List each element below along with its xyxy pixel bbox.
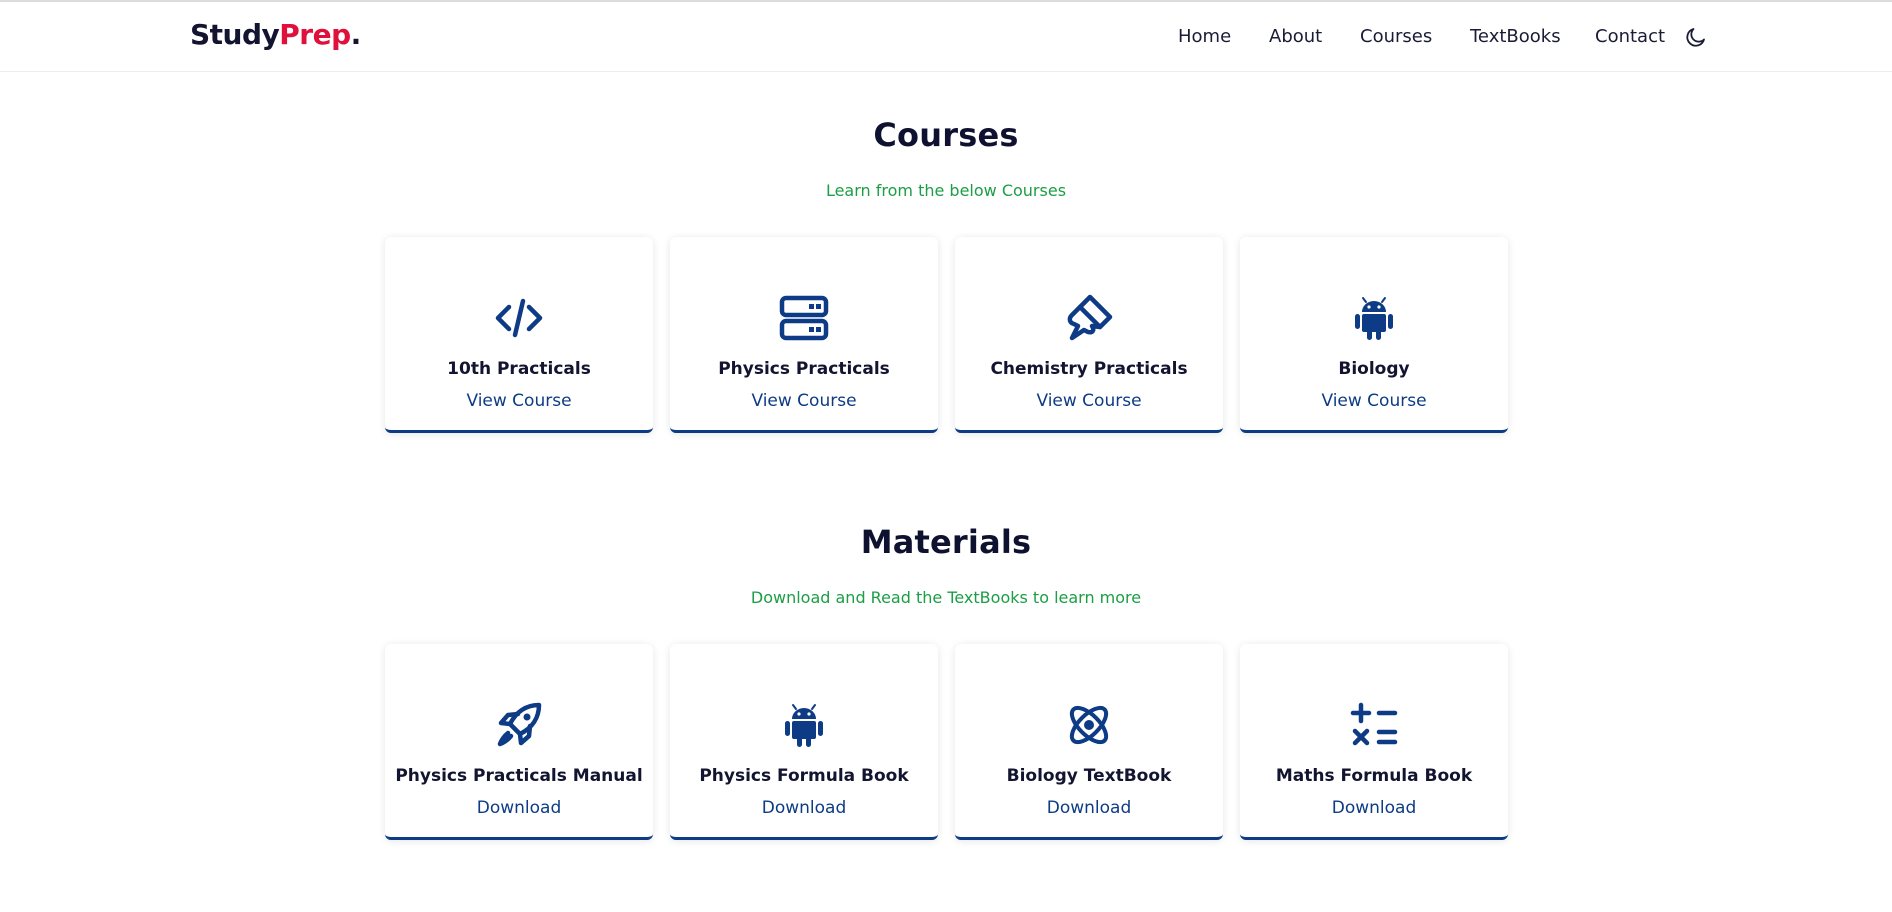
brush-icon (1064, 293, 1114, 343)
nav-about[interactable]: About (1269, 26, 1322, 47)
android-icon (1349, 293, 1399, 343)
download-link[interactable]: Download (955, 798, 1223, 818)
nav-home[interactable]: Home (1178, 26, 1231, 47)
moon-icon[interactable] (1684, 25, 1708, 49)
material-card[interactable]: Physics Formula Book Download (670, 644, 938, 840)
view-course-link[interactable]: View Course (385, 391, 653, 411)
nav-menu: Home About Courses TextBooks Contact (0, 26, 1892, 50)
material-title: Biology TextBook (1006, 766, 1172, 786)
view-course-link[interactable]: View Course (955, 391, 1223, 411)
material-title: Physics Practicals Manual (395, 766, 643, 786)
nav-contact[interactable]: Contact (1595, 26, 1665, 47)
course-title: Biology (1338, 359, 1410, 379)
download-link[interactable]: Download (1240, 798, 1508, 818)
view-course-link[interactable]: View Course (670, 391, 938, 411)
download-link[interactable]: Download (385, 798, 653, 818)
navbar: StudyPrep. Home About Courses TextBooks … (0, 2, 1892, 72)
course-card[interactable]: Chemistry Practicals View Course (955, 237, 1223, 433)
courses-title: Courses (873, 116, 1019, 154)
material-card[interactable]: Physics Practicals Manual Download (385, 644, 653, 840)
material-title: Physics Formula Book (699, 766, 909, 786)
course-card[interactable]: Physics Practicals View Course (670, 237, 938, 433)
nav-textbooks[interactable]: TextBooks (1470, 26, 1561, 47)
calculator-icon (1349, 700, 1399, 750)
android-icon (779, 700, 829, 750)
course-title: Physics Practicals (718, 359, 890, 379)
material-card[interactable]: Maths Formula Book Download (1240, 644, 1508, 840)
course-title: 10th Practicals (447, 359, 591, 379)
material-title: Maths Formula Book (1275, 766, 1473, 786)
material-card[interactable]: Biology TextBook Download (955, 644, 1223, 840)
materials-title: Materials (860, 523, 1032, 561)
materials-subtitle: Download and Read the TextBooks to learn… (750, 588, 1142, 607)
courses-subtitle: Learn from the below Courses (825, 181, 1067, 200)
course-card[interactable]: 10th Practicals View Course (385, 237, 653, 433)
code-icon (494, 293, 544, 343)
download-link[interactable]: Download (670, 798, 938, 818)
course-title: Chemistry Practicals (990, 359, 1188, 379)
atom-icon (1064, 700, 1114, 750)
rocket-icon (494, 700, 544, 750)
server-icon (779, 293, 829, 343)
nav-courses[interactable]: Courses (1360, 26, 1432, 47)
course-card[interactable]: Biology View Course (1240, 237, 1508, 433)
view-course-link[interactable]: View Course (1240, 391, 1508, 411)
